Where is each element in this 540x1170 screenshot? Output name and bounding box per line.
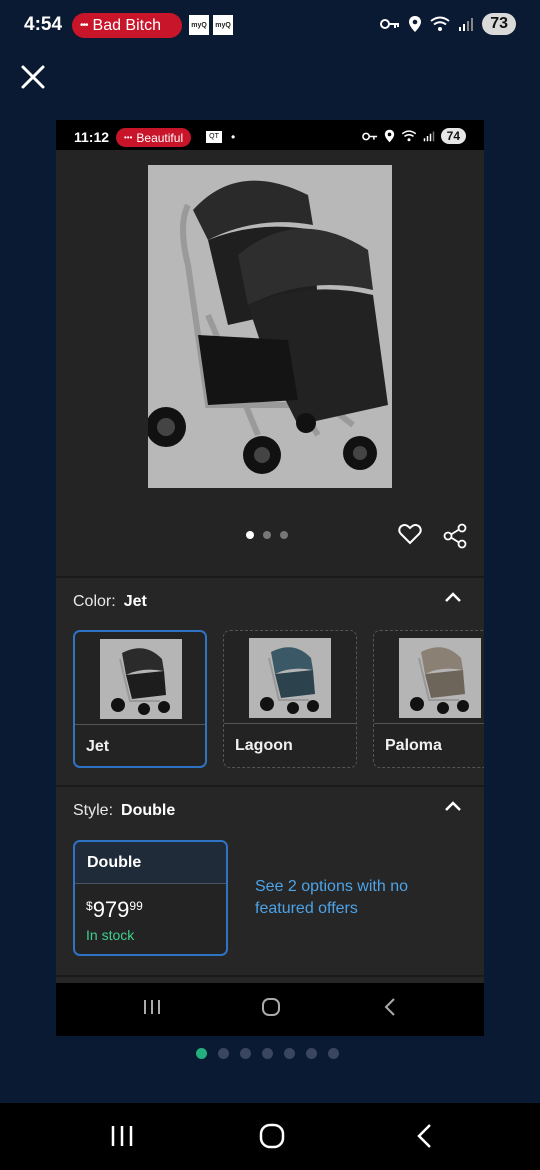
close-icon: [21, 65, 45, 89]
divider: [56, 785, 484, 787]
stock-status: In stock: [86, 927, 135, 943]
product-image[interactable]: [146, 165, 392, 488]
close-button[interactable]: [18, 62, 48, 92]
pager-dot[interactable]: [240, 1048, 251, 1059]
pager-dot[interactable]: [262, 1048, 273, 1059]
swatch-divider: [224, 723, 356, 724]
color-option-paloma[interactable]: Paloma: [373, 630, 484, 768]
inner-status-time: 11:12: [74, 129, 110, 145]
share-button[interactable]: [442, 523, 468, 554]
key-icon: [380, 19, 400, 29]
now-playing-pill[interactable]: ••• Bad Bitch: [72, 13, 182, 38]
heart-icon: [398, 523, 422, 545]
home-icon: [262, 998, 280, 1016]
inner-navigation-bar: [56, 983, 484, 1036]
back-icon: [417, 1124, 431, 1148]
color-option-lagoon[interactable]: Lagoon: [223, 630, 357, 768]
price: $97999: [86, 897, 143, 923]
style-collapse-button[interactable]: [444, 799, 462, 817]
color-label: Color:: [73, 593, 116, 610]
carousel-dots[interactable]: [246, 531, 288, 539]
recent-apps-button[interactable]: [110, 1123, 134, 1154]
wifi-icon: [401, 130, 416, 142]
color-option-label: Lagoon: [235, 737, 293, 754]
color-value: Jet: [123, 593, 147, 610]
carousel-dot[interactable]: [280, 531, 288, 539]
back-icon: [384, 998, 395, 1016]
screenshot-pager[interactable]: [196, 1048, 339, 1059]
carousel-dot[interactable]: [263, 531, 271, 539]
status-time: 4:54: [24, 14, 63, 35]
inner-status-icons: 74: [361, 128, 466, 144]
pager-dot[interactable]: [284, 1048, 295, 1059]
location-icon: [384, 129, 394, 143]
inner-status-bar: 11:12 ••• Beautiful QT • 74: [56, 120, 484, 150]
price-cents: 99: [129, 899, 143, 913]
style-option-double[interactable]: Double $97999 In stock: [73, 840, 228, 956]
divider: [56, 975, 484, 977]
inner-now-playing-pill: ••• Beautiful: [116, 128, 192, 147]
music-icon: •••: [80, 20, 88, 31]
share-icon: [443, 523, 467, 549]
double-stroller-image: [146, 180, 388, 474]
color-option-label: Jet: [86, 738, 110, 755]
style-label: Style:: [73, 802, 114, 819]
wifi-icon: [430, 16, 450, 31]
swatch-divider: [374, 723, 484, 724]
style-value: Double: [121, 802, 176, 819]
more-notifications-dot: •: [231, 130, 236, 144]
color-collapse-button[interactable]: [444, 590, 462, 608]
home-button[interactable]: [259, 1123, 285, 1154]
style-option-title: Double: [75, 842, 226, 884]
carousel-dot[interactable]: [246, 531, 254, 539]
wishlist-button[interactable]: [398, 523, 422, 550]
price-whole: 979: [92, 897, 130, 922]
price-currency: $: [86, 899, 93, 913]
status-icons: 73: [380, 13, 516, 35]
recent-apps-icon: [111, 1126, 133, 1146]
back-button[interactable]: [414, 1123, 434, 1154]
recent-apps-icon: [144, 1000, 160, 1014]
music-icon: •••: [124, 133, 133, 142]
see-options-link[interactable]: See 2 options with no featured offers: [255, 876, 425, 920]
signal-icon: [423, 131, 434, 142]
swatch-image: [249, 638, 331, 718]
chevron-up-icon: [445, 592, 461, 602]
inner-notification-icon: QT: [206, 131, 222, 143]
signal-icon: [459, 18, 474, 31]
color-section-header[interactable]: Color: Jet: [73, 593, 147, 611]
stroller-thumbnail: [249, 638, 331, 718]
screenshot-viewer: 11:12 ••• Beautiful QT • 74 Color: Jet J…: [56, 120, 484, 1036]
color-option-label: Paloma: [385, 737, 442, 754]
location-icon: [409, 16, 422, 32]
swatch-image: [100, 639, 182, 719]
home-icon: [259, 1123, 285, 1149]
stroller-thumbnail: [100, 639, 182, 719]
pager-dot[interactable]: [328, 1048, 339, 1059]
now-playing-title: Bad Bitch: [92, 16, 161, 34]
key-icon: [361, 132, 377, 140]
product-gallery[interactable]: [56, 150, 484, 576]
style-section-header[interactable]: Style: Double: [73, 802, 175, 820]
color-option-jet[interactable]: Jet: [73, 630, 207, 768]
myq-notification-icon: myQ: [189, 15, 209, 35]
stroller-thumbnail: [399, 638, 481, 718]
inner-now-playing-title: Beautiful: [136, 130, 184, 145]
myq-notification-icon-2: myQ: [213, 15, 233, 35]
divider: [56, 576, 484, 578]
outer-status-bar: 4:54 ••• Bad Bitch myQ myQ 73: [0, 0, 540, 52]
swatch-image: [399, 638, 481, 718]
swatch-divider: [75, 724, 205, 725]
pager-dot[interactable]: [306, 1048, 317, 1059]
inner-battery-indicator: 74: [440, 128, 466, 144]
pager-dot[interactable]: [196, 1048, 207, 1059]
system-navigation-bar: [0, 1103, 540, 1170]
pager-dot[interactable]: [218, 1048, 229, 1059]
chevron-up-icon: [445, 801, 461, 811]
battery-indicator: 73: [482, 13, 516, 35]
